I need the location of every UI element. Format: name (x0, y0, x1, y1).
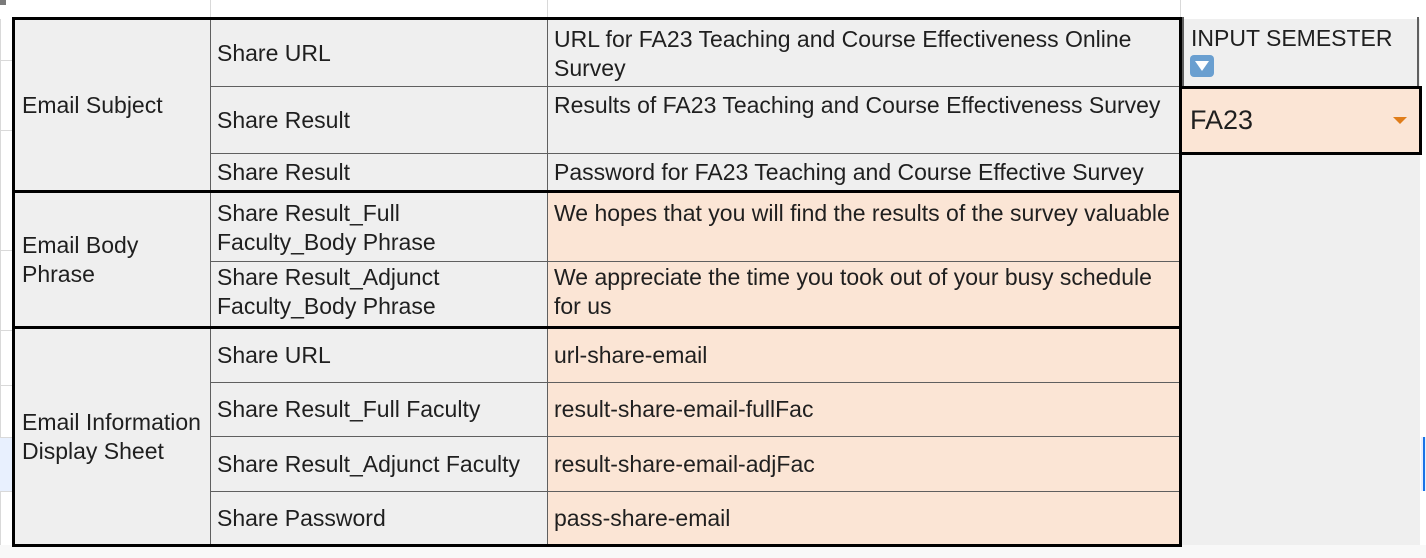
row-key[interactable]: Share Result_Adjunct Faculty_Body Phrase (211, 263, 547, 325)
row-selection-marker (0, 437, 12, 491)
row-key[interactable]: Share Result (211, 154, 547, 190)
row-value[interactable]: Results of FA23 Teaching and Course Effe… (548, 91, 1178, 153)
row-value[interactable]: result-share-email-adjFac (548, 437, 1178, 491)
row-key[interactable]: Share Result_Full Faculty_Body Phrase (211, 199, 547, 261)
row-value[interactable]: url-share-email (548, 329, 1178, 382)
row-key[interactable]: Share Result_Full Faculty (211, 383, 547, 436)
down-arrow-emoji-icon (1190, 55, 1214, 77)
row-key[interactable]: Share URL (211, 329, 547, 382)
row-value[interactable]: pass-share-email (548, 492, 1178, 544)
semester-dropdown-value: FA23 (1190, 105, 1254, 135)
group-label-email-subject: Email Subject (22, 92, 163, 118)
corner-marker (0, 0, 6, 5)
row-key[interactable]: Share Password (211, 492, 547, 544)
semester-dropdown[interactable]: FA23 (1184, 89, 1419, 152)
row-key[interactable]: Share URL (211, 20, 547, 86)
row-value[interactable]: We hopes that you will find the results … (548, 199, 1178, 261)
semester-label: INPUT SEMESTER (1191, 25, 1393, 51)
row-value[interactable]: We appreciate the time you took out of y… (548, 263, 1178, 325)
row-key[interactable]: Share Result (211, 87, 547, 153)
chevron-down-icon[interactable] (1393, 117, 1407, 124)
row-value[interactable]: Password for FA23 Teaching and Course Ef… (548, 154, 1178, 190)
row-key[interactable]: Share Result_Adjunct Faculty (211, 437, 547, 491)
selection-edge (1423, 437, 1425, 491)
row-value[interactable]: result-share-email-fullFac (548, 383, 1178, 436)
group-label-email-body-phrase: Email Body Phrase (22, 232, 139, 287)
row-value[interactable]: URL for FA23 Teaching and Course Effecti… (548, 25, 1178, 86)
group-label-email-information-display-sheet: Email Information Display Sheet (22, 408, 201, 464)
